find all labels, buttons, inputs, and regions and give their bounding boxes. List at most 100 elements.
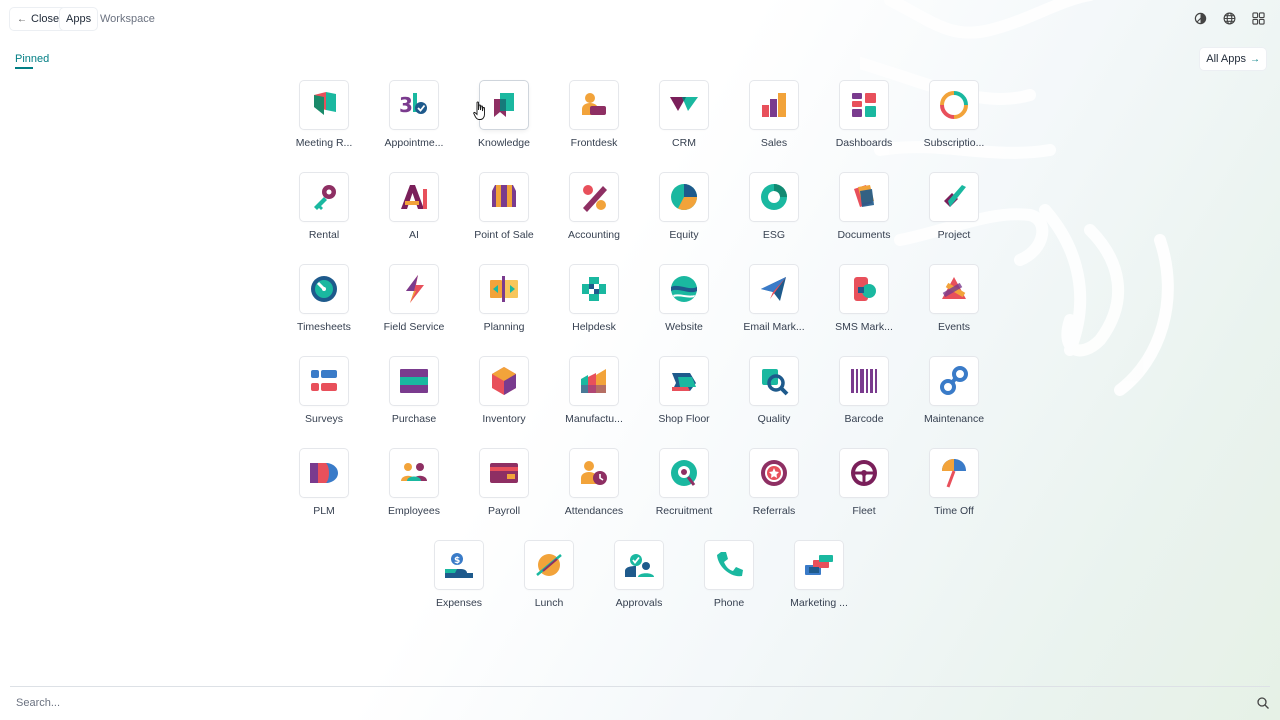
- app-tile: [930, 173, 978, 221]
- app-plm[interactable]: PLM: [279, 449, 369, 529]
- app-expenses[interactable]: $ Expenses: [414, 541, 504, 621]
- app-tile: [750, 265, 798, 313]
- app-employees[interactable]: Employees: [369, 449, 459, 529]
- app-tile: [930, 357, 978, 405]
- app-label: Inventory: [482, 413, 526, 425]
- arrow-right-icon: →: [1250, 53, 1260, 65]
- app-crm[interactable]: CRM: [639, 81, 729, 161]
- app-project[interactable]: Project: [909, 173, 999, 253]
- app-tile: [705, 541, 753, 589]
- app-sales[interactable]: Sales: [729, 81, 819, 161]
- app-rental[interactable]: Rental: [279, 173, 369, 253]
- quality-icon: [762, 369, 789, 396]
- app-barcode[interactable]: Barcode: [819, 357, 909, 437]
- app-email-marketing[interactable]: Email Mark...: [729, 265, 819, 345]
- app-recruitment[interactable]: Recruitment: [639, 449, 729, 529]
- app-tile: [840, 449, 888, 497]
- app-knowledge[interactable]: Knowledge: [459, 81, 549, 161]
- app-label: Surveys: [305, 413, 343, 425]
- app-tile: [480, 265, 528, 313]
- app-tile: [930, 81, 978, 129]
- arrow-left-icon: ←: [17, 13, 27, 25]
- all-apps-label: All Apps: [1206, 53, 1246, 65]
- app-quality[interactable]: Quality: [729, 357, 819, 437]
- search-input[interactable]: [16, 695, 1216, 711]
- app-payroll[interactable]: Payroll: [459, 449, 549, 529]
- app-attendances[interactable]: Attendances: [549, 449, 639, 529]
- globe-icon[interactable]: [1222, 11, 1237, 26]
- app-tile: [525, 541, 573, 589]
- app-tile: [840, 357, 888, 405]
- close-label: Close: [31, 13, 60, 25]
- app-appointments[interactable]: 3 Appointme...: [369, 81, 459, 161]
- app-tile: [750, 449, 798, 497]
- rental-icon: [314, 185, 336, 210]
- app-planning[interactable]: Planning: [459, 265, 549, 345]
- app-inventory[interactable]: Inventory: [459, 357, 549, 437]
- app-time-off[interactable]: Time Off: [909, 449, 999, 529]
- app-accounting[interactable]: Accounting: [549, 173, 639, 253]
- apps-grid-icon[interactable]: [1251, 11, 1266, 26]
- app-esg[interactable]: ESG: [729, 173, 819, 253]
- point-of-sale-icon: [492, 185, 516, 207]
- app-dashboards[interactable]: Dashboards: [819, 81, 909, 161]
- app-lunch[interactable]: Lunch: [504, 541, 594, 621]
- app-tile: [300, 357, 348, 405]
- app-sms-marketing[interactable]: SMS Mark...: [819, 265, 909, 345]
- app-field-service[interactable]: Field Service: [369, 265, 459, 345]
- app-tile: [570, 449, 618, 497]
- app-purchase[interactable]: Purchase: [369, 357, 459, 437]
- app-helpdesk[interactable]: Helpdesk: [549, 265, 639, 345]
- ai-icon: [401, 185, 427, 209]
- surveys-icon: [311, 370, 337, 391]
- app-tile: [390, 265, 438, 313]
- tab-workspace[interactable]: Workspace: [100, 13, 155, 25]
- app-label: Point of Sale: [474, 229, 534, 241]
- app-ai[interactable]: AI: [369, 173, 459, 253]
- app-fleet[interactable]: Fleet: [819, 449, 909, 529]
- all-apps-button[interactable]: All Apps →: [1200, 48, 1266, 70]
- appointments-icon: 3: [399, 93, 427, 117]
- employees-icon: [401, 463, 427, 481]
- top-bar: ← Close Apps Workspace: [0, 0, 1280, 38]
- app-meeting-rooms[interactable]: Meeting R...: [279, 81, 369, 161]
- app-label: Phone: [713, 597, 745, 609]
- app-approvals[interactable]: Approvals: [594, 541, 684, 621]
- search-icon[interactable]: [1256, 696, 1270, 710]
- top-right-icons: [1193, 11, 1266, 26]
- app-timesheets[interactable]: Timesheets: [279, 265, 369, 345]
- app-label: CRM: [672, 137, 696, 149]
- mouse-cursor-icon: [473, 101, 485, 120]
- app-tile: [570, 81, 618, 129]
- app-events[interactable]: Events: [909, 265, 999, 345]
- theme-toggle-icon[interactable]: [1193, 11, 1208, 26]
- app-label: SMS Mark...: [835, 321, 893, 333]
- app-equity[interactable]: Equity: [639, 173, 729, 253]
- app-maintenance[interactable]: Maintenance: [909, 357, 999, 437]
- app-manufacturing[interactable]: Manufactu...: [549, 357, 639, 437]
- app-label: Email Mark...: [743, 321, 805, 333]
- tab-apps[interactable]: Apps: [60, 8, 98, 30]
- app-tile: [930, 265, 978, 313]
- app-shop-floor[interactable]: Shop Floor: [639, 357, 729, 437]
- app-surveys[interactable]: Surveys: [279, 357, 369, 437]
- app-marketing[interactable]: Marketing ...: [774, 541, 864, 621]
- app-tile: [300, 265, 348, 313]
- close-button[interactable]: ← Close: [10, 8, 67, 30]
- app-tile: [840, 173, 888, 221]
- app-point-of-sale[interactable]: Point of Sale: [459, 173, 549, 253]
- app-label: Sales: [760, 137, 788, 149]
- app-frontdesk[interactable]: Frontdesk: [549, 81, 639, 161]
- app-tile: [795, 541, 843, 589]
- app-referrals[interactable]: Referrals: [729, 449, 819, 529]
- pinned-tab[interactable]: Pinned: [15, 53, 49, 65]
- app-phone[interactable]: Phone: [684, 541, 774, 621]
- equity-icon: [671, 184, 697, 210]
- app-documents[interactable]: Documents: [819, 173, 909, 253]
- project-icon: [944, 185, 966, 207]
- app-subscriptions[interactable]: Subscriptio...: [909, 81, 999, 161]
- approvals-icon: [625, 554, 654, 577]
- app-label: Appointme...: [384, 137, 444, 149]
- app-website[interactable]: Website: [639, 265, 729, 345]
- app-tile: [480, 449, 528, 497]
